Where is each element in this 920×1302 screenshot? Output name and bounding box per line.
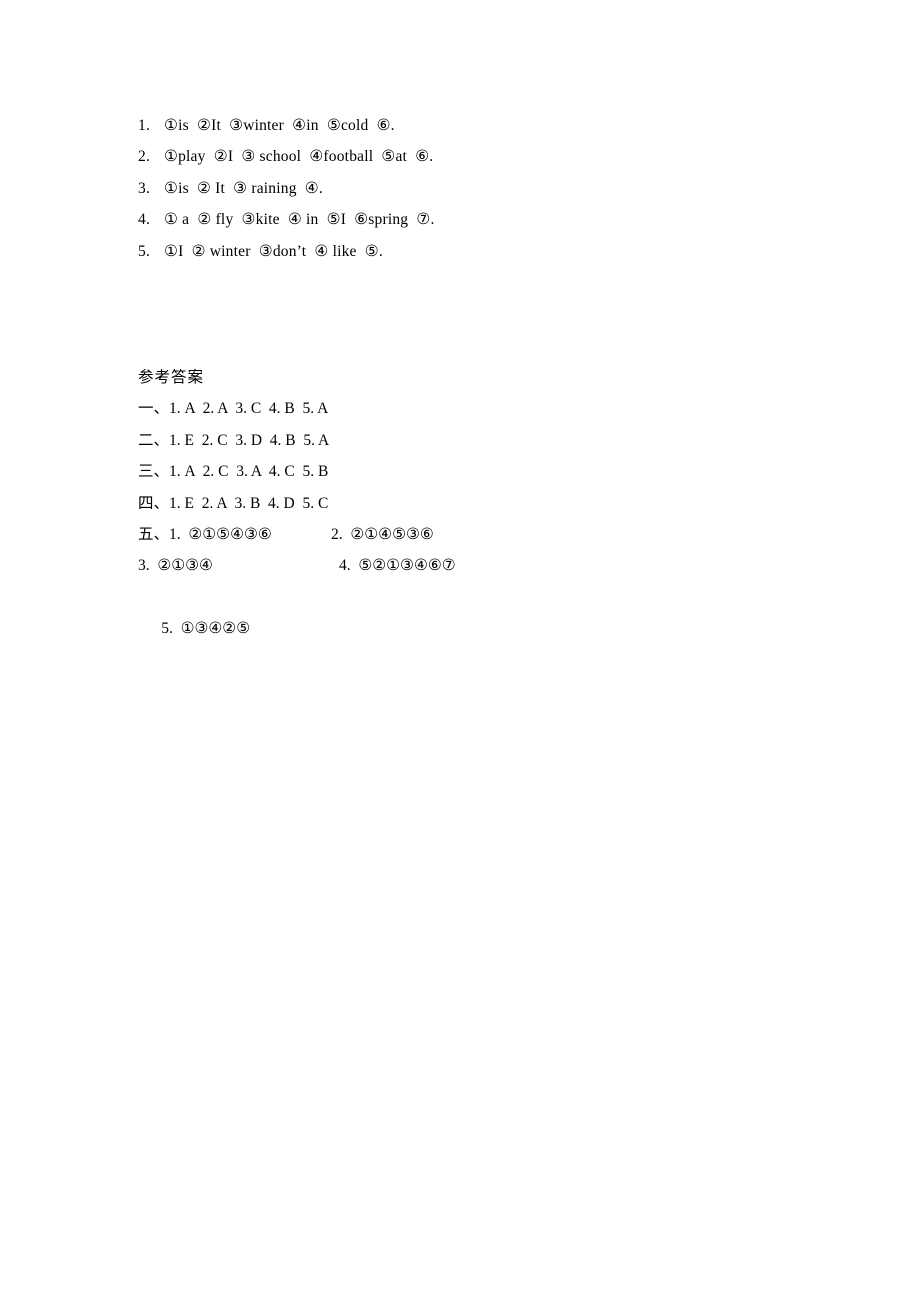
answer-section-marker: 四、 <box>138 494 170 512</box>
exercise-item-content: ① a ② fly ③kite ④ in ⑤I ⑥spring ⑦. <box>164 211 435 229</box>
answer-sequence: 3. ②①③④ <box>138 557 213 575</box>
answer-section-marker: 一、 <box>138 400 170 418</box>
exercise-item-number: 4. <box>138 211 151 229</box>
answer-row: 5. ①③④②⑤ <box>138 582 858 637</box>
answer-row: 二、1. E 2. C 3. D 4. B 5. A <box>138 425 858 456</box>
answer-row: 3. ②①③④ 4. ⑤②①③④⑥⑦ <box>138 550 858 581</box>
exercise-item-number: 5. <box>138 242 151 260</box>
exercise-item-content: ①is ②It ③winter ④in ⑤cold ⑥. <box>164 117 395 134</box>
exercise-item-content: ①I ② winter ③don’t ④ like ⑤. <box>164 242 383 260</box>
exercise-item: 2. ①play ②I ③ school ④football ⑤at ⑥. <box>138 141 858 172</box>
answer-section-values: 1. A 2. A 3. C 4. B 5. A <box>169 400 329 418</box>
answer-section-values: 1. A 2. C 3. A 4. C 5. B <box>169 463 329 481</box>
exercise-item-number: 2. <box>138 148 151 166</box>
answer-key-heading: 参考答案 <box>138 369 205 386</box>
answer-sequence: 4. ⑤②①③④⑥⑦ <box>339 557 456 575</box>
answer-row: 五、 1. ②①⑤④③⑥ 2. ②①④⑤③⑥ <box>138 519 858 550</box>
exercise-item: 5. ①I ② winter ③don’t ④ like ⑤. <box>138 236 858 267</box>
exercise-item: 3. ①is ② It ③ raining ④. <box>138 173 858 204</box>
answer-section-marker: 五、 <box>138 525 170 543</box>
exercise-item-content: ①is ② It ③ raining ④. <box>164 179 323 197</box>
answer-row: 一、1. A 2. A 3. C 4. B 5. A <box>138 393 858 424</box>
exercise-item: 4. ① a ② fly ③kite ④ in ⑤I ⑥spring ⑦. <box>138 204 858 235</box>
exercise-item-number: 1. <box>138 117 151 134</box>
answer-sequence: 5. ①③④②⑤ <box>161 620 251 638</box>
answer-sequence: 1. ②①⑤④③⑥ <box>169 525 272 543</box>
answer-section-marker: 二、 <box>138 431 170 449</box>
answer-row: 三、1. A 2. C 3. A 4. C 5. B <box>138 456 858 487</box>
answer-key-section: 参考答案 一、1. A 2. A 3. C 4. B 5. A 二、1. E 2… <box>138 362 858 637</box>
answer-section-values: 1. E 2. C 3. D 4. B 5. A <box>169 431 330 449</box>
answer-sequence: 2. ②①④⑤③⑥ <box>331 525 434 543</box>
exercise-item: 1. ①is ②It ③winter ④in ⑤cold ⑥. <box>138 110 858 141</box>
document-page: 1. ①is ②It ③winter ④in ⑤cold ⑥. 2. ①play… <box>0 0 920 1302</box>
exercise-item-content: ①play ②I ③ school ④football ⑤at ⑥. <box>164 148 434 166</box>
answer-section-values: 1. E 2. A 3. B 4. D 5. C <box>169 494 329 512</box>
answer-section-marker: 三、 <box>138 463 170 481</box>
exercise-item-number: 3. <box>138 179 151 197</box>
sentence-ordering-exercise: 1. ①is ②It ③winter ④in ⑤cold ⑥. 2. ①play… <box>138 110 858 267</box>
answer-row: 四、1. E 2. A 3. B 4. D 5. C <box>138 488 858 519</box>
